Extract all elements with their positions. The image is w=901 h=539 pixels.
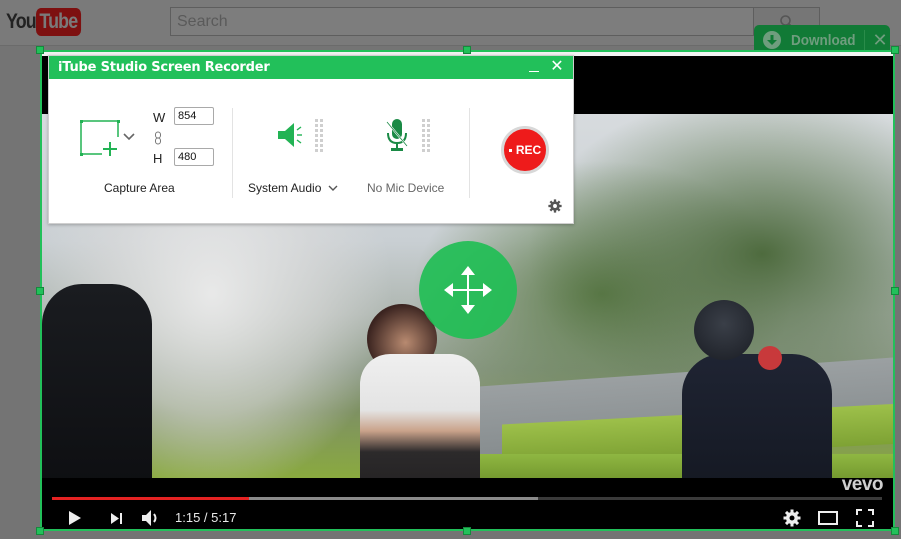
logo-you-text: You bbox=[6, 10, 37, 33]
settings-gear-icon[interactable] bbox=[548, 199, 562, 213]
logo-tube-text: Tube bbox=[36, 8, 81, 36]
download-arrow-icon[interactable] bbox=[763, 31, 781, 49]
height-label: H bbox=[153, 151, 163, 166]
mic-level-meter bbox=[422, 119, 430, 152]
resize-handle-right[interactable] bbox=[891, 287, 899, 295]
speaker-icon[interactable] bbox=[277, 120, 303, 150]
mic-muted-icon[interactable] bbox=[384, 118, 410, 152]
mic-device-label: No Mic Device bbox=[367, 181, 445, 195]
youtube-logo[interactable]: You Tube bbox=[6, 7, 89, 37]
search-input[interactable]: Search bbox=[170, 7, 754, 36]
resize-handle-top-left[interactable] bbox=[36, 46, 44, 54]
link-aspect-ratio-icon[interactable] bbox=[154, 131, 162, 145]
capture-area-dropdown-chevron-icon[interactable] bbox=[122, 132, 136, 142]
section-divider bbox=[232, 108, 233, 198]
capture-area-icon[interactable] bbox=[80, 119, 120, 157]
system-audio-label: System Audio bbox=[248, 181, 322, 195]
resize-handle-bottom[interactable] bbox=[463, 527, 471, 535]
system-audio-level-meter bbox=[315, 119, 323, 152]
system-audio-chevron-icon bbox=[328, 185, 338, 191]
record-label: REC bbox=[515, 143, 542, 157]
screen-recorder-dialog: iTube Studio Screen Recorder ✕ W H Captu… bbox=[48, 55, 574, 224]
download-button[interactable]: Download bbox=[791, 32, 856, 49]
resize-handle-bottom-left[interactable] bbox=[36, 527, 44, 535]
height-input[interactable] bbox=[174, 148, 214, 166]
resize-handle-bottom-right[interactable] bbox=[891, 527, 899, 535]
width-label: W bbox=[153, 110, 166, 125]
close-button[interactable]: ✕ bbox=[549, 59, 565, 75]
screen: You Tube Search Download ✕ vevo 1:15 / 5… bbox=[0, 0, 901, 539]
minimize-button[interactable] bbox=[527, 58, 541, 76]
download-divider bbox=[864, 30, 865, 52]
record-button[interactable]: REC bbox=[501, 126, 549, 174]
section-divider bbox=[469, 108, 470, 198]
capture-area-label: Capture Area bbox=[104, 181, 175, 195]
move-handle[interactable] bbox=[419, 241, 517, 339]
resize-handle-top-right[interactable] bbox=[891, 46, 899, 54]
resize-handle-left[interactable] bbox=[36, 287, 44, 295]
download-close-button[interactable]: ✕ bbox=[871, 29, 889, 51]
width-input[interactable] bbox=[174, 107, 214, 125]
system-audio-dropdown[interactable]: System Audio bbox=[248, 181, 338, 195]
move-arrows-icon bbox=[444, 266, 492, 314]
record-dot-icon bbox=[508, 148, 512, 152]
recorder-titlebar[interactable]: iTube Studio Screen Recorder ✕ bbox=[49, 56, 573, 79]
resize-handle-top[interactable] bbox=[463, 46, 471, 54]
recorder-title: iTube Studio Screen Recorder bbox=[58, 60, 270, 75]
